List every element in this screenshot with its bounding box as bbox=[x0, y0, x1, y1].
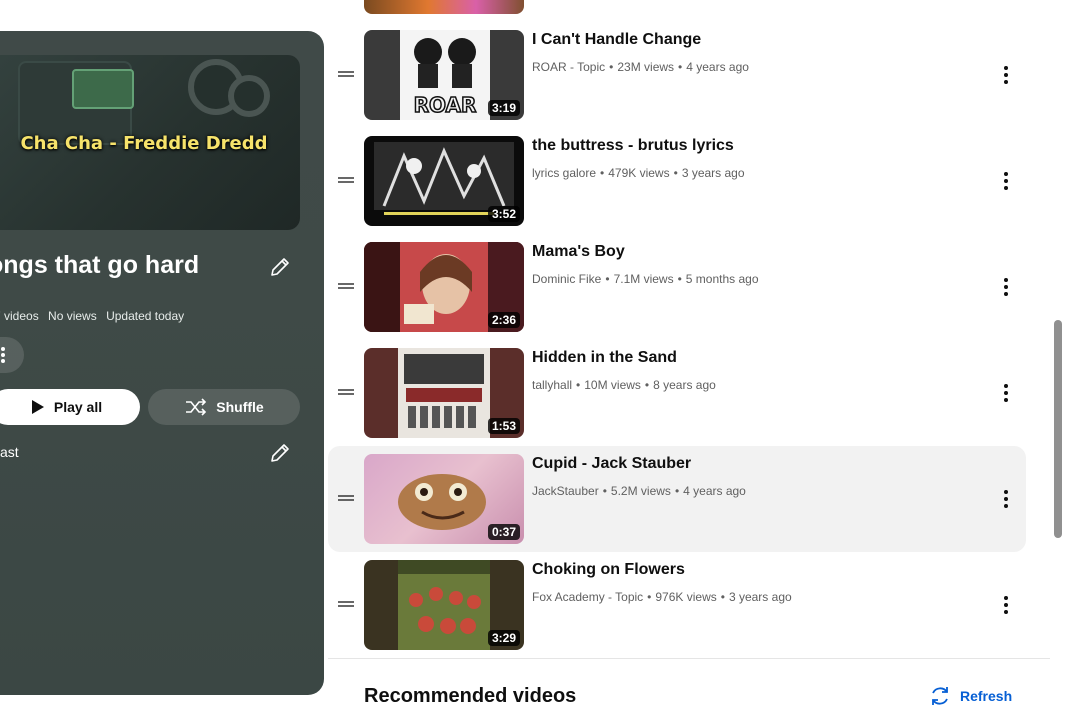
shuffle-label: Shuffle bbox=[216, 399, 264, 415]
view-count: 479K views bbox=[608, 166, 670, 180]
edit-description-pencil-icon[interactable] bbox=[268, 441, 292, 465]
more-vert-icon bbox=[1, 347, 5, 363]
playlist-more-button[interactable] bbox=[0, 337, 24, 373]
playlist-description: ast bbox=[0, 444, 19, 460]
cover-chip-art bbox=[72, 69, 134, 109]
video-duration: 3:29 bbox=[487, 630, 520, 646]
channel-name[interactable]: Dominic Fike bbox=[532, 272, 601, 286]
video-thumbnail[interactable]: 3:29 bbox=[364, 560, 524, 650]
drag-handle-icon[interactable] bbox=[336, 276, 356, 296]
refresh-button[interactable]: Refresh bbox=[928, 684, 1012, 708]
playlist-video-row[interactable]: 2:36 Mama's Boy Dominic Fike • 7.1M views •… bbox=[328, 234, 1026, 340]
channel-name[interactable]: Fox Academy - Topic bbox=[532, 590, 643, 604]
refresh-label: Refresh bbox=[960, 688, 1013, 704]
upload-age: 4 years ago bbox=[686, 60, 749, 74]
section-divider bbox=[328, 658, 1050, 659]
video-thumbnail[interactable]: 3:52 bbox=[364, 136, 524, 226]
video-duration: 0:37 bbox=[487, 524, 520, 540]
video-thumbnail[interactable]: 2:36 bbox=[364, 242, 524, 332]
video-title[interactable]: Mama's Boy bbox=[532, 243, 625, 261]
view-count: No views bbox=[48, 309, 97, 323]
video-metadata: tallyhall • 10M views • 8 years ago bbox=[532, 378, 716, 392]
video-thumbnail[interactable]: 1:53 bbox=[364, 348, 524, 438]
drag-handle-icon[interactable] bbox=[336, 170, 356, 190]
video-thumbnail[interactable]: ROAR 3:19 bbox=[364, 30, 524, 120]
video-metadata: ROAR - Topic • 23M views • 4 years ago bbox=[532, 60, 749, 74]
more-actions-icon[interactable] bbox=[994, 487, 1018, 511]
upload-age: 4 years ago bbox=[683, 484, 746, 498]
view-count: 7.1M views bbox=[613, 272, 674, 286]
drag-handle-icon[interactable] bbox=[336, 594, 356, 614]
recommended-videos-heading: Recommended videos bbox=[364, 685, 577, 707]
upload-age: 8 years ago bbox=[653, 378, 716, 392]
upload-age: 3 years ago bbox=[681, 166, 745, 180]
more-actions-icon[interactable] bbox=[994, 169, 1018, 193]
page-scrollbar-thumb[interactable] bbox=[1054, 320, 1062, 538]
playlist-title: ongs that go hard bbox=[0, 251, 200, 279]
previous-video-thumbnail[interactable] bbox=[364, 0, 524, 14]
video-metadata: lyrics galore • 479K views • 3 years ago bbox=[532, 166, 745, 180]
upload-age: 5 months ago bbox=[685, 272, 759, 286]
channel-name[interactable]: tallyhall bbox=[532, 378, 572, 392]
svg-text:ROAR: ROAR bbox=[414, 93, 477, 117]
refresh-icon bbox=[932, 687, 948, 705]
video-metadata: Fox Academy - Topic • 976K views • 3 years a… bbox=[532, 590, 792, 604]
thumbnail-illustration: ROAR bbox=[413, 38, 477, 118]
playlist-stats: 7 videos No views Updated today bbox=[0, 309, 190, 323]
play-all-button[interactable]: Play all bbox=[0, 389, 140, 425]
cover-title-text: Cha Cha - Freddie Dredd bbox=[20, 133, 268, 154]
drag-handle-icon[interactable] bbox=[336, 64, 356, 84]
more-actions-icon[interactable] bbox=[994, 275, 1018, 299]
playlist-video-row[interactable]: 3:29 Choking on Flowers Fox Academy - To… bbox=[328, 552, 1026, 658]
video-duration: 2:36 bbox=[487, 312, 520, 328]
playlist-video-row[interactable]: 1:53 Hidden in the Sand tallyhall • 10M vi… bbox=[328, 340, 1026, 446]
video-thumbnail[interactable]: 0:37 bbox=[364, 454, 524, 544]
thumbnail-art: ROAR bbox=[400, 30, 490, 120]
video-metadata: JackStauber • 5.2M views • 4 years ago bbox=[532, 484, 746, 498]
video-title[interactable]: I Can't Handle Change bbox=[532, 31, 701, 49]
video-title[interactable]: the buttress - brutus lyrics bbox=[532, 137, 734, 155]
video-title[interactable]: Cupid - Jack Stauber bbox=[532, 455, 691, 473]
video-duration: 1:53 bbox=[487, 418, 520, 434]
playlist-video-row[interactable]: ROAR 3:19 I Can't Handle Change ROAR - T… bbox=[328, 22, 1026, 128]
more-actions-icon[interactable] bbox=[994, 63, 1018, 87]
updated-date: Updated today bbox=[106, 309, 185, 323]
shuffle-icon bbox=[186, 398, 207, 416]
view-count: 5.2M views bbox=[610, 484, 671, 498]
cover-reel-art bbox=[228, 75, 270, 117]
video-title[interactable]: Choking on Flowers bbox=[532, 561, 685, 579]
view-count: 23M views bbox=[617, 60, 675, 74]
video-metadata: Dominic Fike • 7.1M views • 5 months ago bbox=[532, 272, 759, 286]
video-duration: 3:19 bbox=[487, 100, 520, 116]
view-count: 10M views bbox=[584, 378, 641, 392]
more-actions-icon[interactable] bbox=[994, 381, 1018, 405]
playlist-header-panel: Cha Cha - Freddie Dredd ongs that go har… bbox=[0, 31, 324, 695]
view-count: 976K views bbox=[655, 590, 717, 604]
playlist-cover-thumbnail[interactable]: Cha Cha - Freddie Dredd bbox=[0, 55, 300, 230]
drag-handle-icon[interactable] bbox=[336, 382, 356, 402]
shuffle-button[interactable]: Shuffle bbox=[148, 389, 300, 425]
play-all-label: Play all bbox=[53, 399, 103, 415]
drag-handle-icon[interactable] bbox=[336, 488, 356, 508]
edit-title-pencil-icon[interactable] bbox=[268, 255, 292, 279]
video-count: 7 videos bbox=[0, 309, 39, 323]
more-actions-icon[interactable] bbox=[994, 593, 1018, 617]
play-icon bbox=[31, 400, 44, 414]
channel-name[interactable]: JackStauber bbox=[532, 484, 599, 498]
video-title[interactable]: Hidden in the Sand bbox=[532, 349, 677, 367]
upload-age: 3 years ago bbox=[728, 590, 792, 604]
playlist-video-row[interactable]: 0:37 Cupid - Jack Stauber JackStauber • 5.… bbox=[328, 446, 1026, 552]
channel-name[interactable]: ROAR - Topic bbox=[532, 60, 605, 74]
playlist-video-row[interactable]: 3:52 the buttress - brutus lyrics lyrics… bbox=[328, 128, 1026, 234]
video-duration: 3:52 bbox=[487, 206, 520, 222]
channel-name[interactable]: lyrics galore bbox=[532, 166, 596, 180]
